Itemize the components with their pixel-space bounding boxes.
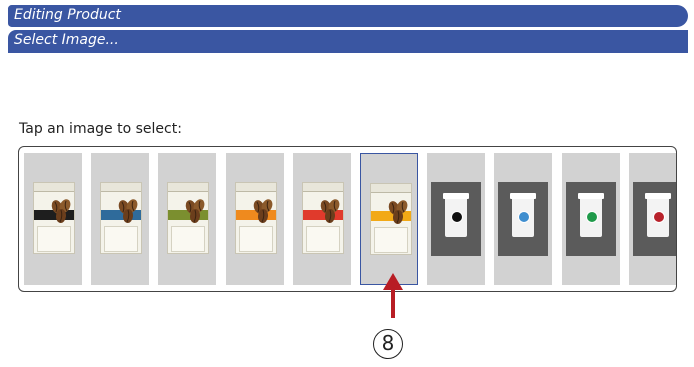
arrow-head xyxy=(383,273,403,290)
red-arrow-annotation xyxy=(383,273,403,318)
callout-number: 8 xyxy=(373,329,403,359)
